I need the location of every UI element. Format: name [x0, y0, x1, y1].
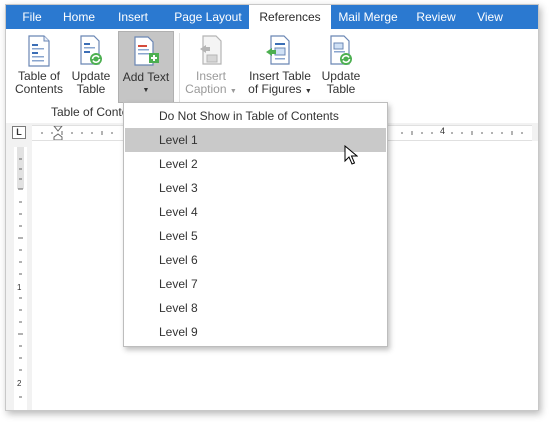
- figures-dropdown-arrow-icon: ▼: [304, 88, 312, 95]
- group-label-table-of-contents: Table of Conte: [51, 105, 129, 119]
- tab-stop-selector[interactable]: L: [12, 126, 26, 139]
- add-text-button[interactable]: Add Text ▼: [118, 31, 174, 103]
- update-table-icon: [78, 35, 104, 70]
- tab-page-layout[interactable]: Page Layout: [166, 5, 250, 29]
- add-text-dropdown-menu: Do Not Show in Table of Contents Level 1…: [123, 102, 388, 347]
- toc-label-line2: Contents: [14, 82, 64, 96]
- menu-item-level-5[interactable]: Level 5: [125, 224, 386, 248]
- insert-caption-icon: [198, 35, 224, 70]
- insert-table-of-figures-button[interactable]: Insert Table of Figures ▼: [246, 31, 314, 103]
- ruler-mark-4: 4: [440, 126, 446, 136]
- ribbon-tab-bar: File Home Insert Page Layout References …: [6, 5, 538, 31]
- table-of-contents-button[interactable]: Table of Contents: [14, 31, 64, 103]
- add-text-icon: [132, 36, 160, 71]
- menu-item-level-7[interactable]: Level 7: [125, 272, 386, 296]
- tab-review[interactable]: Review: [410, 5, 462, 29]
- menu-item-level-9[interactable]: Level 9: [125, 320, 386, 344]
- vruler-mark-1: 1: [17, 283, 22, 292]
- update2-label-line2: Table: [326, 82, 356, 96]
- figures-label-line2: of Figures: [248, 82, 302, 96]
- mouse-cursor-icon: [344, 144, 359, 168]
- update-label-line2: Table: [76, 82, 106, 96]
- insert-caption-button[interactable]: Insert Caption ▼: [184, 31, 238, 103]
- table-of-figures-icon: [265, 35, 295, 70]
- menu-item-level-8[interactable]: Level 8: [125, 296, 386, 320]
- caption-label-line2: Caption: [185, 82, 227, 96]
- table-of-contents-icon: [26, 35, 52, 70]
- vruler-mark-2: 2: [17, 379, 22, 388]
- tab-file[interactable]: File: [14, 5, 50, 29]
- update-table-figures-icon: [328, 35, 354, 70]
- app-window: File Home Insert Page Layout References …: [5, 4, 539, 411]
- tab-home[interactable]: Home: [58, 5, 100, 29]
- menu-item-level-6[interactable]: Level 6: [125, 248, 386, 272]
- tab-view[interactable]: View: [470, 5, 510, 29]
- menu-item-level-4[interactable]: Level 4: [125, 200, 386, 224]
- update-table-figures-button[interactable]: Update Table: [318, 31, 364, 103]
- caption-dropdown-arrow-icon: ▼: [229, 88, 237, 95]
- tab-insert[interactable]: Insert: [109, 5, 157, 29]
- menu-item-do-not-show[interactable]: Do Not Show in Table of Contents: [125, 104, 386, 128]
- dropdown-arrow-icon: ▼: [142, 87, 150, 94]
- add-text-label: Add Text: [122, 70, 170, 84]
- menu-item-level-3[interactable]: Level 3: [125, 176, 386, 200]
- tab-mail-merge[interactable]: Mail Merge: [334, 5, 402, 29]
- update-table-button[interactable]: Update Table: [68, 31, 114, 103]
- vertical-ruler-ticks: [17, 147, 24, 398]
- vertical-ruler[interactable]: 1 2: [6, 141, 32, 410]
- tab-references[interactable]: References: [249, 5, 331, 31]
